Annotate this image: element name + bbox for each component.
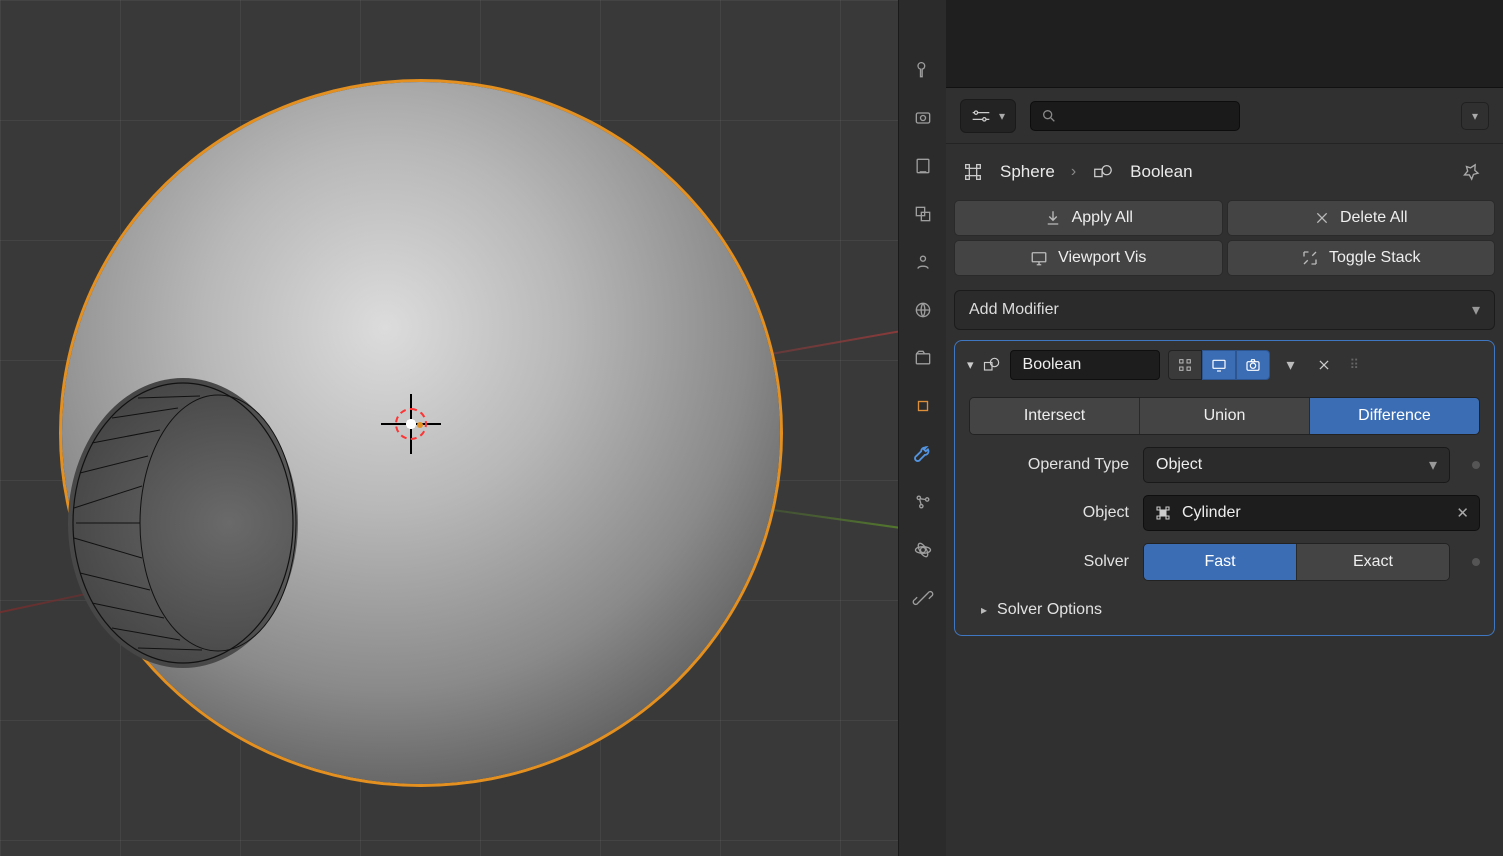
solver-label: Solver xyxy=(969,553,1129,571)
toggle-realtime[interactable] xyxy=(1202,350,1236,380)
operand-type-label: Operand Type xyxy=(969,456,1129,474)
scene-tab-icon[interactable] xyxy=(911,250,935,274)
chevron-down-icon: ▾ xyxy=(1472,109,1478,123)
expand-icon xyxy=(1301,249,1319,267)
properties-panel: ▾ ▾ Sphere › Boolean Apply All Delete Al… xyxy=(946,0,1503,856)
object-icon xyxy=(962,161,984,183)
solver-options-label: Solver Options xyxy=(997,601,1102,619)
crumb-object[interactable]: Sphere xyxy=(1000,162,1055,182)
panel-header: ▾ ▾ xyxy=(946,88,1503,144)
animate-dot-icon[interactable] xyxy=(1472,558,1480,566)
world-tab-icon[interactable] xyxy=(911,298,935,322)
object-row: Object Cylinder ✕ xyxy=(969,495,1480,531)
toggle-edit-mode[interactable] xyxy=(1168,350,1202,380)
chevron-down-icon: ▾ xyxy=(1472,300,1480,320)
chevron-down-icon[interactable]: ▾ xyxy=(967,357,974,373)
collection-tab-icon[interactable] xyxy=(911,346,935,370)
modifier-icon xyxy=(1092,161,1114,183)
clear-object-button[interactable]: ✕ xyxy=(1456,504,1469,522)
solver-exact[interactable]: Exact xyxy=(1297,544,1449,580)
render-tab-icon[interactable] xyxy=(911,106,935,130)
op-union[interactable]: Union xyxy=(1140,398,1310,434)
edit-icon xyxy=(1177,357,1193,373)
apply-all-label: Apply All xyxy=(1072,209,1133,227)
modifier-delete-button[interactable] xyxy=(1312,350,1336,380)
toggle-stack-button[interactable]: Toggle Stack xyxy=(1227,240,1496,276)
property-tabs-rail xyxy=(898,0,946,856)
crumb-modifier[interactable]: Boolean xyxy=(1130,162,1192,182)
physics-tab-icon[interactable] xyxy=(911,538,935,562)
close-icon xyxy=(1314,210,1330,226)
object-icon xyxy=(1154,504,1172,522)
3d-viewport[interactable] xyxy=(0,0,898,856)
search-icon xyxy=(1041,108,1057,124)
boolean-icon xyxy=(982,355,1002,375)
close-icon xyxy=(1317,358,1331,372)
add-modifier-label: Add Modifier xyxy=(969,301,1059,319)
viewport-vis-button[interactable]: Viewport Vis xyxy=(954,240,1223,276)
toggle-stack-label: Toggle Stack xyxy=(1329,249,1421,267)
apply-all-button[interactable]: Apply All xyxy=(954,200,1223,236)
chevron-down-icon: ▾ xyxy=(1287,355,1295,375)
object-tab-icon[interactable] xyxy=(911,394,935,418)
operation-segmented: Intersect Union Difference xyxy=(969,397,1480,435)
chevron-right-icon: ▸ xyxy=(981,603,987,617)
particles-tab-icon[interactable] xyxy=(911,490,935,514)
object-label: Object xyxy=(969,504,1129,522)
chevron-down-icon: ▾ xyxy=(999,109,1005,123)
camera-icon xyxy=(1245,357,1261,373)
panel-topbar xyxy=(946,0,1503,88)
display-toggles xyxy=(1168,350,1270,380)
boolean-cut-hole xyxy=(68,378,298,668)
modifier-name-field[interactable]: Boolean xyxy=(1010,350,1160,380)
viewport-vis-label: Viewport Vis xyxy=(1058,249,1146,267)
chevron-right-icon: › xyxy=(1071,163,1076,181)
chevron-down-icon: ▾ xyxy=(1429,455,1437,475)
monitor-icon xyxy=(1030,249,1048,267)
operand-type-dropdown[interactable]: Object ▾ xyxy=(1143,447,1450,483)
delete-all-button[interactable]: Delete All xyxy=(1227,200,1496,236)
pin-button[interactable] xyxy=(1455,156,1487,188)
animate-dot-icon[interactable] xyxy=(1472,461,1480,469)
search-input[interactable] xyxy=(1030,101,1240,131)
op-intersect[interactable]: Intersect xyxy=(970,398,1140,434)
pin-icon xyxy=(1461,162,1481,182)
modifier-menu-button[interactable]: ▾ xyxy=(1278,350,1304,380)
solver-options-panel[interactable]: ▸ Solver Options xyxy=(981,601,1468,619)
solver-segmented: Fast Exact xyxy=(1143,543,1450,581)
editor-type-dropdown[interactable]: ▾ xyxy=(960,99,1016,133)
solver-row: Solver Fast Exact xyxy=(969,543,1480,581)
search-field[interactable] xyxy=(1065,108,1229,123)
cylinder-wireframe-icon xyxy=(68,378,298,668)
viewlayer-tab-icon[interactable] xyxy=(911,202,935,226)
modifier-tab-icon[interactable] xyxy=(911,442,935,466)
output-tab-icon[interactable] xyxy=(911,154,935,178)
grip-icon[interactable]: ⠿ xyxy=(1350,357,1362,373)
sliders-icon xyxy=(971,109,991,123)
modifier-header: ▾ Boolean ▾ ⠿ xyxy=(955,341,1494,389)
download-icon xyxy=(1044,209,1062,227)
breadcrumb: Sphere › Boolean xyxy=(946,144,1503,200)
monitor-icon xyxy=(1211,357,1227,373)
op-difference[interactable]: Difference xyxy=(1310,398,1479,434)
operand-type-row: Operand Type Object ▾ xyxy=(969,447,1480,483)
modifier-boolean: ▾ Boolean ▾ ⠿ Intersect Unio xyxy=(954,340,1495,636)
object-field[interactable]: Cylinder ✕ xyxy=(1143,495,1480,531)
toggle-render[interactable] xyxy=(1236,350,1270,380)
solver-fast[interactable]: Fast xyxy=(1144,544,1297,580)
options-dropdown[interactable]: ▾ xyxy=(1461,102,1489,130)
delete-all-label: Delete All xyxy=(1340,209,1408,227)
constraints-tab-icon[interactable] xyxy=(911,586,935,610)
add-modifier-dropdown[interactable]: Add Modifier ▾ xyxy=(954,290,1495,330)
quick-buttons: Apply All Delete All Viewport Vis Toggle… xyxy=(946,200,1503,284)
tool-tab-icon[interactable] xyxy=(911,58,935,82)
